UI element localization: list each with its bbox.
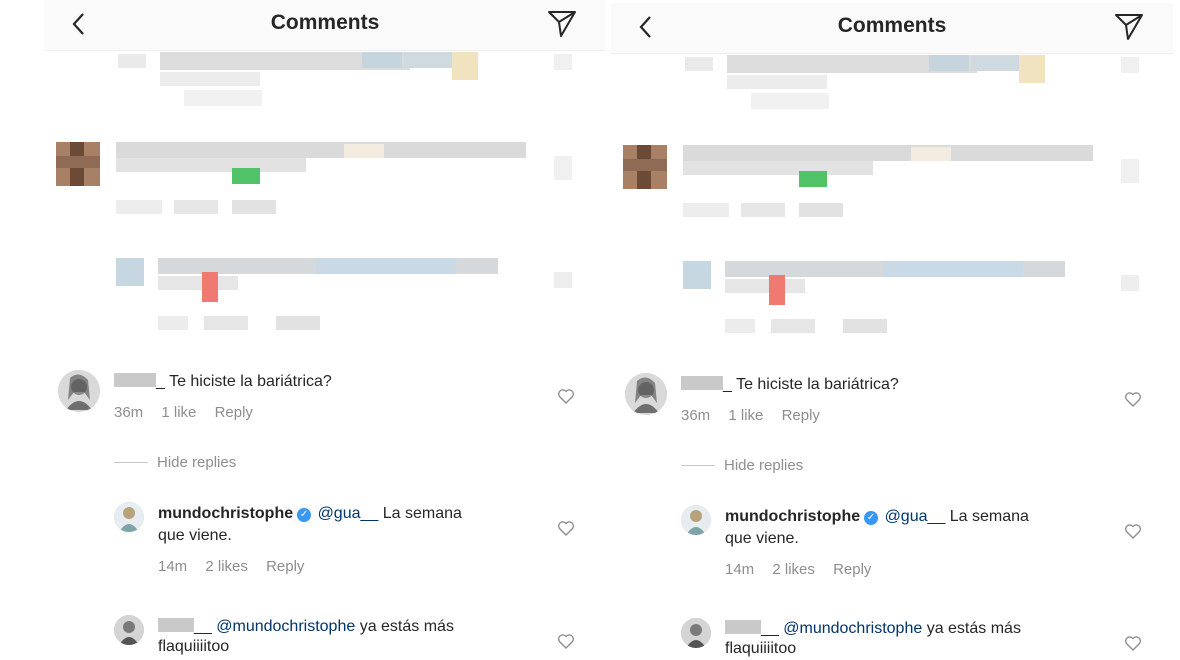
reply-text-cont: que viene. (725, 530, 799, 547)
verified-badge-icon: ✓ (297, 508, 312, 522)
avatar[interactable] (114, 502, 144, 532)
reply-text-cont: que viene. (158, 527, 232, 544)
page-title: Comments (837, 14, 947, 37)
comment-text: _ Te hiciste la bariátrica? (681, 376, 899, 394)
reply-text: mundochristophe ✓ @gua__ La semana (725, 508, 1029, 525)
hide-replies-line (681, 465, 715, 466)
header-bar: Comments (611, 3, 1173, 54)
heart-outline-icon[interactable] (1124, 523, 1142, 539)
avatar[interactable] (681, 505, 711, 535)
likes-count[interactable]: 1 like (728, 407, 763, 424)
header-bar: Comments (44, 0, 606, 51)
reply-button[interactable]: Reply (782, 407, 820, 424)
redacted-username (114, 373, 156, 387)
hide-replies-line (114, 462, 148, 463)
redacted-username (725, 620, 761, 634)
username[interactable]: mundochristophe (158, 505, 293, 522)
mention-link[interactable]: @mundochristophe (783, 620, 922, 637)
redacted-username (158, 618, 194, 632)
reply-text: mundochristophe ✓ @gua__ La semana (158, 505, 462, 522)
mention-link[interactable]: @gua__ (885, 508, 946, 525)
reply-text: __ @mundochristophe ya estás más (725, 620, 1021, 638)
heart-outline-icon[interactable] (1124, 635, 1142, 651)
comment-time: 36m (114, 404, 144, 421)
reply-meta: 14m 2 likes Reply (158, 558, 318, 575)
mention-link[interactable]: @mundochristophe (216, 618, 355, 635)
hide-replies-button[interactable]: Hide replies (157, 454, 236, 471)
heart-outline-icon[interactable] (557, 388, 575, 404)
reply-meta: 14m 2 likes Reply (725, 561, 885, 578)
avatar[interactable] (681, 618, 711, 648)
mention-link[interactable]: @gua__ (318, 505, 379, 522)
reply-time: 14m (158, 558, 188, 575)
paper-plane-icon[interactable] (1113, 10, 1145, 42)
likes-count[interactable]: 2 likes (772, 561, 815, 578)
heart-outline-icon[interactable] (557, 520, 575, 536)
likes-count[interactable]: 1 like (161, 404, 196, 421)
comment-meta: 36m 1 like Reply (681, 407, 834, 424)
reply-text: __ @mundochristophe ya estás más (158, 618, 454, 636)
comment-text: _ Te hiciste la bariátrica? (114, 373, 332, 391)
reply-button[interactable]: Reply (266, 558, 304, 575)
reply-time: 14m (725, 561, 755, 578)
reply-text-cont: flaquiiiitoo (725, 640, 797, 657)
comments-screen-right: Comments _ Te hiciste la bariátrica? 36m… (611, 0, 1173, 660)
avatar[interactable] (625, 373, 667, 415)
username[interactable]: mundochristophe (725, 508, 860, 525)
reply-button[interactable]: Reply (215, 404, 253, 421)
avatar[interactable] (114, 615, 144, 645)
pixelated-comments (44, 50, 606, 340)
comment-time: 36m (681, 407, 711, 424)
heart-outline-icon[interactable] (557, 633, 575, 649)
comments-screen-left: Comments _ Te hiciste la bariátrica? 36m… (44, 0, 606, 660)
page-title: Comments (270, 11, 380, 34)
avatar[interactable] (58, 370, 100, 412)
paper-plane-icon[interactable] (546, 7, 578, 39)
heart-outline-icon[interactable] (1124, 391, 1142, 407)
reply-button[interactable]: Reply (833, 561, 871, 578)
pixelated-comments (611, 53, 1173, 343)
hide-replies-button[interactable]: Hide replies (724, 457, 803, 474)
comment-meta: 36m 1 like Reply (114, 404, 267, 421)
redacted-username (681, 376, 723, 390)
reply-text-cont: flaquiiiitoo (158, 638, 230, 655)
likes-count[interactable]: 2 likes (205, 558, 248, 575)
verified-badge-icon: ✓ (864, 511, 879, 525)
